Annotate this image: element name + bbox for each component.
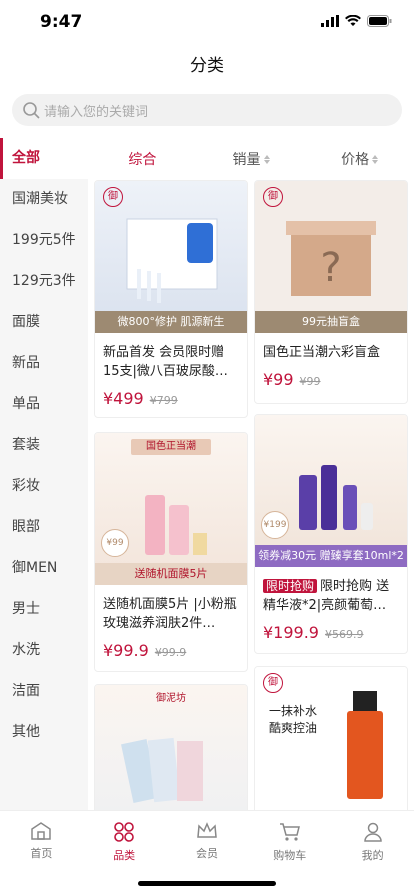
sidebar-item-other[interactable]: 其他	[0, 712, 88, 753]
mystery-box-image: ?	[286, 221, 376, 296]
sidebar-item-makeup[interactable]: 彩妆	[0, 466, 88, 507]
sidebar-item-mask[interactable]: 面膜	[0, 302, 88, 343]
product-banner: 送随机面膜5片	[95, 563, 247, 585]
mask-packs-image	[121, 737, 203, 804]
product-image: 御 一抹补水 酷爽控油	[255, 667, 407, 810]
tab-profile[interactable]: 我的	[331, 811, 414, 896]
sidebar-item-cleanser[interactable]: 洁面	[0, 671, 88, 712]
product-card[interactable]: 御 ? 99元抽盲盒 国色正当潮六彩盲盒 ¥99 ¥99	[254, 180, 408, 404]
product-image: 御 微800°修护 肌源新生	[95, 181, 247, 333]
product-price: ¥99.9	[103, 641, 149, 660]
product-prices: ¥99 ¥99	[263, 370, 399, 389]
product-image: ¥199 领券减30元 赠臻享套10ml*2	[255, 415, 407, 567]
search-icon	[23, 102, 40, 119]
category-sidebar: 全部 国潮美妆 199元5件 129元3件 面膜 新品 单品 套装 彩妆 眼部 …	[0, 138, 88, 810]
sort-sales[interactable]: 销量	[197, 149, 306, 169]
sidebar-item-129[interactable]: 129元3件	[0, 261, 88, 302]
sort-price[interactable]: 价格	[305, 149, 414, 169]
product-name: 限时抢购 限时抢购 送精华液*2|亮颜葡萄…	[263, 577, 399, 615]
product-banner: 99元抽盲盒	[255, 311, 407, 333]
product-price: ¥499	[103, 389, 144, 408]
status-bar: 9:47	[0, 0, 414, 44]
tab-label: 我的	[361, 849, 384, 862]
tab-label: 购物车	[273, 849, 307, 862]
product-top-label: 御泥坊	[156, 693, 186, 704]
sort-label: 价格	[341, 152, 370, 168]
home-icon	[31, 822, 52, 840]
sidebar-item-guochao[interactable]: 国潮美妆	[0, 179, 88, 220]
nav-header: 分类	[0, 44, 414, 88]
flash-sale-tag: 限时抢购	[263, 579, 318, 593]
sort-label: 销量	[232, 152, 261, 168]
tab-home[interactable]: 首页	[0, 811, 83, 896]
product-banner: 领券减30元 赠臻享套10ml*2	[255, 545, 407, 567]
product-prices: ¥499 ¥799	[103, 389, 239, 408]
product-bottles-image	[299, 465, 373, 530]
sidebar-item-set[interactable]: 套装	[0, 425, 88, 466]
user-icon	[363, 822, 382, 842]
crown-icon	[197, 822, 217, 838]
sidebar-item-yumen[interactable]: 御MEN	[0, 548, 88, 589]
sidebar-item-men[interactable]: 男士	[0, 589, 88, 630]
sidebar-item-single[interactable]: 单品	[0, 384, 88, 425]
status-time: 9:47	[40, 12, 83, 32]
product-image: 御 ? 99元抽盲盒	[255, 181, 407, 333]
search-placeholder: 请输入您的关键词	[44, 104, 149, 120]
product-prices: ¥99.9 ¥99.9	[103, 641, 239, 660]
product-image: 国色正当潮 ¥99 送随机面膜5片	[95, 433, 247, 585]
sidebar-item-toner[interactable]: 水洗	[0, 630, 88, 671]
battery-icon	[367, 15, 392, 27]
sidebar-item-eye[interactable]: 眼部	[0, 507, 88, 548]
product-box-image	[126, 218, 218, 303]
product-price: ¥99	[263, 370, 294, 389]
product-card[interactable]: 国色正当潮 ¥99 送随机面膜5片 送随机面膜5片 |小粉瓶玫瑰滋养润肤2件… …	[94, 432, 248, 672]
product-card[interactable]: 御泥坊	[94, 684, 248, 810]
sidebar-item-all[interactable]: 全部	[0, 138, 88, 179]
category-icon	[114, 822, 134, 842]
product-name: 送随机面膜5片 |小粉瓶玫瑰滋养润肤2件…	[103, 597, 237, 631]
page-title: 分类	[190, 56, 224, 76]
serum-bottle-image	[347, 691, 383, 799]
sort-arrows-icon	[263, 154, 270, 164]
product-slogan: 一抹补水 酷爽控油	[269, 704, 318, 735]
sort-arrows-icon	[372, 154, 379, 164]
tab-label: 首页	[30, 847, 53, 860]
tab-label: 会员	[195, 847, 218, 860]
search-input[interactable]: 请输入您的关键词	[12, 94, 402, 126]
svg-text:?: ?	[320, 245, 341, 291]
product-original-price: ¥569.9	[324, 628, 364, 641]
product-card[interactable]: ¥199 领券减30元 赠臻享套10ml*2 限时抢购 限时抢购 送精华液*2|亮…	[254, 414, 408, 654]
sort-bar: 综合 销量 价格	[88, 140, 414, 178]
sidebar-item-199[interactable]: 199元5件	[0, 220, 88, 261]
sort-comprehensive[interactable]: 综合	[88, 149, 197, 169]
product-card[interactable]: 御 微800°修护 肌源新生 新品首发 会员限时赠15支|微八百玻尿酸… ¥49…	[94, 180, 248, 418]
product-name: 国色正当潮六彩盲盒	[263, 345, 381, 360]
product-card[interactable]: 御 一抹补水 酷爽控油	[254, 666, 408, 810]
product-original-price: ¥799	[149, 394, 178, 407]
product-name: 新品首发 会员限时赠15支|微八百玻尿酸…	[103, 345, 228, 379]
status-icons	[321, 15, 392, 27]
brand-logo: 御	[263, 187, 283, 207]
sidebar-item-new[interactable]: 新品	[0, 343, 88, 384]
product-original-price: ¥99	[299, 375, 321, 388]
wifi-icon	[345, 15, 361, 26]
product-prices: ¥199.9 ¥569.9	[263, 623, 399, 642]
price-badge: ¥199	[261, 511, 289, 539]
sort-label: 综合	[128, 152, 157, 168]
home-indicator	[138, 881, 276, 886]
product-price: ¥199.9	[263, 623, 319, 642]
product-original-price: ¥99.9	[154, 646, 187, 659]
brand-logo: 御	[263, 673, 283, 693]
tab-label: 品类	[113, 849, 136, 862]
product-banner: 微800°修护 肌源新生	[95, 311, 247, 333]
price-badge: ¥99	[101, 529, 129, 557]
product-grid: 御 微800°修护 肌源新生 新品首发 会员限时赠15支|微八百玻尿酸… ¥49…	[94, 180, 408, 810]
cart-icon	[279, 823, 300, 841]
signal-icon	[321, 15, 339, 27]
product-image: 御泥坊	[95, 685, 247, 810]
product-bottles-image	[145, 495, 207, 555]
product-top-label: 国色正当潮	[131, 439, 211, 455]
brand-logo: 御	[103, 187, 123, 207]
